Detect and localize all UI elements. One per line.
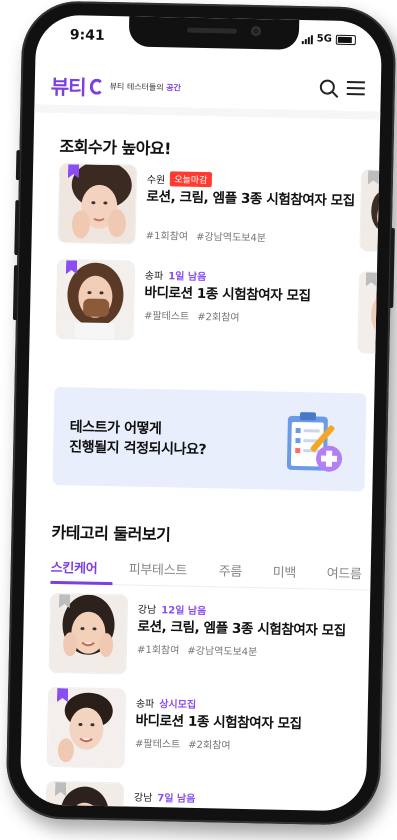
region-label: 송파 [144, 270, 164, 283]
category-card[interactable]: 강남 12일 남음 로션, 크림, 엠플 3종 시험참여자 모집 #1회참여 #… [48, 592, 360, 683]
tab-whitening[interactable]: 미백 [273, 562, 297, 581]
battery-icon [335, 34, 356, 45]
phone-frame: 9:41 5G 뷰티 뷰티 테스터들의 공간 조회수가 높아요! 수원 오늘마감… [5, 0, 397, 826]
power-button [389, 227, 395, 309]
category-card-title: 로션, 크림, 엠플 3종 시험참여자 모집 [137, 618, 346, 640]
next-card-peek[interactable] [357, 271, 383, 354]
hamburger-menu-icon[interactable] [346, 80, 365, 96]
region-label: 강남 [137, 604, 157, 617]
tag: #2회참여 [188, 739, 231, 752]
tag: #1회참여 [136, 644, 180, 657]
network-label: 5G [316, 33, 332, 45]
popular-card-title: 바디로션 1종 시험참여자 모집 [144, 284, 311, 305]
category-card-title: 바디로션 1종 시험참여자 모집 [135, 712, 302, 733]
tagline-text: 뷰티 테스터들의 [109, 82, 167, 93]
always-recruiting-label: 상시모집 [159, 699, 197, 711]
category-card-tags: #팔테스트 #2회참여 [135, 735, 231, 752]
tab-acne[interactable]: 여드름 [326, 563, 361, 583]
popular-card-meta: 송파 1일 남음 [145, 267, 207, 283]
guide-banner[interactable]: 테스트가 어떻게 진행될지 걱정되시나요? [52, 386, 367, 492]
volume-down-button [12, 265, 19, 321]
banner-line-2: 진행될지 걱정되시나요? [69, 439, 207, 459]
popular-card-tags: #1회참여 #강남역도보4분 [146, 227, 267, 245]
region-label: 강남 [133, 792, 153, 805]
next-card-peek[interactable] [359, 169, 383, 252]
tag: #팔테스트 [143, 310, 190, 323]
tab-skin-test[interactable]: 피부테스트 [129, 559, 188, 579]
region-label: 수원 [146, 174, 166, 187]
tag: #2회참여 [197, 311, 240, 324]
tagline-highlight: 공간 [166, 83, 182, 93]
popular-card[interactable]: 송파 1일 남음 바디로션 1종 시험참여자 모집 #팔테스트 #2회참여 [55, 258, 367, 349]
logo-wordmark: 뷰티 [50, 76, 86, 100]
tag: #1회참여 [145, 230, 189, 243]
deadline-badge: 오늘마감 [170, 171, 212, 188]
category-card-thumbnail [46, 686, 127, 769]
tag: #강남역도보4분 [195, 231, 267, 245]
category-tabs: 스킨케어 피부테스트 주름 미백 여드름 [50, 554, 371, 591]
days-left-label: 1일 남음 [168, 271, 207, 284]
category-card-tags: #1회참여 #강남역도보4분 [137, 641, 258, 659]
search-icon[interactable] [319, 79, 336, 95]
popular-card-meta: 수원 오늘마감 [146, 171, 212, 188]
screen: 9:41 5G 뷰티 뷰티 테스터들의 공간 조회수가 높아요! 수원 오늘마감… [19, 14, 383, 812]
logo-tagline: 뷰티 테스터들의 공간 [110, 81, 182, 93]
peek-thumbnail-image [360, 170, 383, 251]
camera [250, 25, 262, 37]
popular-card[interactable]: 수원 오늘마감 로션, 크림, 엠플 3종 시험참여자 모집 #1회참여 #강남… [57, 162, 369, 253]
signal-icon [301, 34, 313, 44]
logo-c-icon [89, 78, 104, 95]
notch [128, 16, 300, 50]
region-label: 송파 [135, 698, 155, 711]
active-tab-indicator [50, 580, 113, 586]
tab-skincare[interactable]: 스킨케어 [51, 557, 98, 577]
category-card-thumbnail [48, 592, 129, 675]
app-logo[interactable]: 뷰티 뷰티 테스터들의 공간 [51, 71, 182, 103]
category-card-meta: 송파 상시모집 [136, 695, 197, 711]
category-card[interactable]: 강남 7일 남음 [44, 780, 357, 812]
popular-card-thumbnail [55, 258, 136, 341]
clipboard-checklist-icon [286, 412, 343, 472]
tag: #팔테스트 [134, 738, 181, 751]
tab-wrinkle[interactable]: 주름 [219, 560, 243, 579]
tag: #강남역도보4분 [187, 645, 258, 659]
status-indicators: 5G [301, 33, 356, 45]
speaker [186, 27, 238, 34]
days-left-label: 12일 남음 [161, 605, 207, 618]
status-time: 9:41 [69, 27, 105, 44]
mute-switch [15, 150, 21, 181]
volume-up-button [14, 200, 20, 256]
category-card-meta: 강남 7일 남음 [134, 789, 196, 805]
popular-card-thumbnail [57, 162, 138, 245]
popular-card-title: 로션, 크림, 엠플 3종 시험참여자 모집 [146, 188, 355, 210]
popular-card-tags: #팔테스트 #2회참여 [144, 307, 240, 324]
days-left-label: 7일 남음 [157, 793, 196, 805]
category-section-title: 카테고리 둘러보기 [51, 522, 171, 545]
peek-thumbnail-image [358, 272, 383, 353]
popular-section-title: 조회수가 높아요! [59, 136, 172, 159]
category-card-thumbnail [44, 780, 125, 812]
category-card-meta: 강남 12일 남음 [138, 601, 207, 617]
banner-text: 테스트가 어떻게 진행될지 걱정되시나요? [69, 417, 207, 460]
category-card[interactable]: 송파 상시모집 바디로션 1종 시험참여자 모집 #팔테스트 #2회참여 [46, 686, 358, 777]
